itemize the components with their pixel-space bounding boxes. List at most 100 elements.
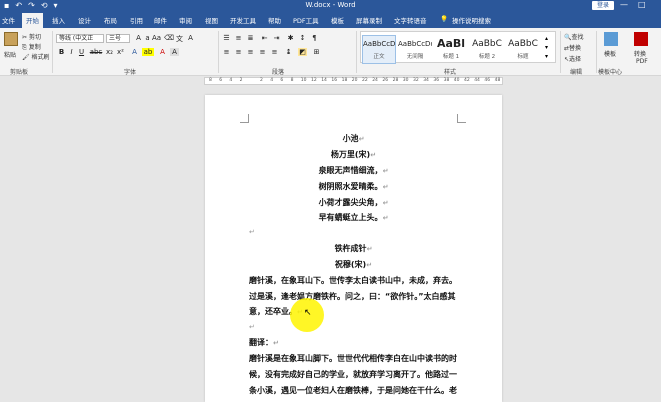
char-border-icon[interactable]: A [186,34,195,42]
template-icon[interactable] [604,32,618,46]
crop-mark [240,114,249,123]
story-title: 铁杵成针↵ [334,244,373,253]
format-painter-button[interactable]: 🖌 格式刷 [22,52,50,61]
convert-button[interactable]: 转换 [634,49,646,58]
divider [52,31,53,73]
align-left-icon[interactable]: ≡ [222,48,231,56]
ruler-tick-label: 16 [331,78,338,83]
tab-file[interactable]: 文件 [2,15,15,25]
increase-indent-icon[interactable]: ⇥ [272,34,281,42]
tab-home[interactable]: 开始 [22,13,43,28]
justify-icon[interactable]: ≡ [258,48,267,56]
convert-icon[interactable] [634,32,648,46]
tab-mailings[interactable]: 邮件 [154,15,167,25]
style-heading-1[interactable]: AaBl 标题 1 [434,36,468,60]
borders-icon[interactable]: ⊞ [312,48,321,56]
ruler-tick-label: 8 [290,78,294,83]
tab-screen-record[interactable]: 屏幕录制 [356,15,382,25]
change-case-icon[interactable]: Aa [152,34,161,42]
bullets-icon[interactable]: ☰ [222,34,231,42]
title-bar: ▪ ↶ ↷ ⟲ ▾ W.docx - Word 登录 — □ [0,0,661,12]
empty-paragraph: ↵ [249,323,255,331]
multilevel-list-icon[interactable]: ≣ [246,34,255,42]
template-button[interactable]: 模板 [604,49,616,58]
login-button[interactable]: 登录 [592,1,614,10]
styles-group-label: 样式 [444,69,457,76]
ruler-tick-label: 28 [392,78,399,83]
ribbon-home: 粘贴 ✂ 剪切 ⎘ 复制 🖌 格式刷 剪贴板 等线 (中文正 三号 A a Aa… [0,28,661,76]
bold-button[interactable]: B [57,48,66,56]
tab-pdf-tools[interactable]: PDF工具 [293,15,319,25]
style-heading-2[interactable]: AaBbC 标题 2 [470,36,504,60]
chinese-layout-icon[interactable]: ✱ [286,34,295,42]
document-page[interactable]: 小池↵ 杨万里(宋)↵ 泉眼无声惜细流，↵ 树阴照水爱晴柔。↵ 小荷才露尖尖角，… [205,95,502,402]
select-button[interactable]: ↖选择 [564,54,581,63]
numbering-icon[interactable]: ≡ [234,34,243,42]
shrink-font-icon[interactable]: a [143,34,152,42]
tab-templates[interactable]: 模板 [331,15,344,25]
grow-font-icon[interactable]: A [134,34,143,42]
ruler-tick-label: 20 [351,78,358,83]
char-shading-button[interactable]: A [170,48,179,56]
font-color-button[interactable]: A [158,48,167,56]
poem-line: 早有蜻蜓立上头。↵ [318,213,389,222]
distribute-icon[interactable]: ≡ [270,48,279,56]
phonetic-icon[interactable]: 文 [175,34,184,44]
font-size-combo[interactable]: 三号 [106,34,130,43]
italic-button[interactable]: I [67,48,76,56]
superscript-button[interactable]: x² [116,48,125,56]
styles-more-icon[interactable]: ▾ [545,53,548,60]
font-name-combo[interactable]: 等线 (中文正 [56,34,104,43]
show-marks-icon[interactable]: ¶ [310,34,319,42]
decrease-indent-icon[interactable]: ⇤ [260,34,269,42]
paste-icon[interactable] [4,32,18,46]
horizontal-ruler[interactable]: 8 6 4 2 2 4 6 8 10 12 14 16 18 20 22 24 26 28 30 32 34 36 38 40… [204,77,503,85]
find-button[interactable]: 🔍查找 [564,32,584,41]
ruler-tick-label: 2 [239,78,243,83]
minimize-icon[interactable]: — [620,0,628,9]
tab-developer[interactable]: 开发工具 [230,15,256,25]
styles-scroll-up-icon[interactable]: ▴ [545,35,548,42]
subscript-button[interactable]: x₂ [105,48,114,56]
ruler-tick-label: 42 [464,78,470,83]
story-text-line: 意，还卒业。↵ [249,307,303,316]
line-spacing-icon[interactable]: ↨ [284,48,293,56]
clear-format-icon[interactable]: ⌫ [164,34,174,42]
style-no-spacing[interactable]: AaBbCcDd 无间隔 [398,36,432,60]
tab-references[interactable]: 引用 [130,15,143,25]
highlight-button[interactable]: ab [142,48,154,56]
cut-button[interactable]: ✂ 剪切 [22,32,41,41]
align-center-icon[interactable]: ≡ [234,48,243,56]
brush-icon: 🖌 [22,54,30,61]
styles-scroll-down-icon[interactable]: ▾ [545,44,548,51]
style-normal[interactable]: AaBbCcDd 正文 [362,35,396,64]
underline-button[interactable]: U [77,48,86,56]
tab-layout[interactable]: 布局 [104,15,117,25]
replace-button[interactable]: ⇄替换 [564,43,581,52]
story-text-line: 过是溪，逢老媪方磨铁杵。问之，曰：“欲作针。”太白感其 [249,292,456,301]
text-effect-button[interactable]: A [130,48,139,56]
tell-me-search[interactable]: 操作说明搜索 [452,15,491,25]
tab-insert[interactable]: 插入 [52,15,65,25]
ruler-tick-label: 40 [453,78,460,83]
strikethrough-button[interactable]: abc [89,48,103,56]
tab-view[interactable]: 视图 [205,15,218,25]
story-text-line: 磨针溪，在象耳山下。世传李太白读书山中，未成，弃去。 [249,276,457,285]
style-title[interactable]: AaBbC 标题 [506,36,540,60]
ruler-tick-label: 18 [341,78,348,83]
align-right-icon[interactable]: ≡ [246,48,255,56]
tab-review[interactable]: 审阅 [179,15,192,25]
sort-icon[interactable]: ↕ [298,34,307,42]
tab-help[interactable]: 帮助 [268,15,281,25]
ruler-tick-label: 12 [311,78,317,83]
paste-button[interactable]: 粘贴 [4,50,16,59]
tab-design[interactable]: 设计 [78,15,91,25]
shading-icon[interactable]: ◩ [298,48,307,56]
lightbulb-icon: 💡 [440,15,449,23]
poem-line: 泉眼无声惜细流，↵ [318,166,389,175]
tab-text-to-speech[interactable]: 文字转语音 [394,15,427,25]
copy-button[interactable]: ⎘ 复制 [22,42,41,52]
maximize-icon[interactable]: □ [638,0,646,9]
paragraph-group-label: 段落 [272,69,285,76]
ruler-tick-label: 14 [321,78,327,83]
